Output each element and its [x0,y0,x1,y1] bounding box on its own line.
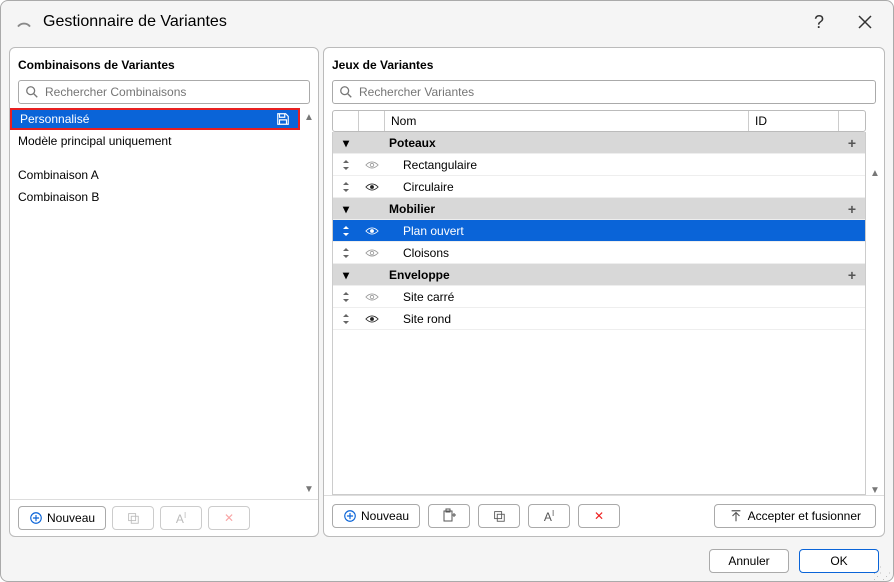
variant-item-cloisons[interactable]: Cloisons [333,242,865,264]
titlebar: Gestionnaire de Variantes ? [1,1,893,43]
variant-item-plan-ouvert[interactable]: Plan ouvert [333,220,865,242]
variant-group-enveloppe[interactable]: ▾ Enveloppe + [333,264,865,286]
col-visibility[interactable] [359,111,385,131]
eye-visible-icon[interactable] [365,314,379,324]
combinations-toolbar: Nouveau AI ✕ [10,499,318,536]
rename-combination-button[interactable]: AI [160,506,202,530]
sort-icon [342,181,350,193]
combination-label: Combinaison A [18,168,99,182]
variant-group-label: Mobilier [385,202,839,216]
dialog-title: Gestionnaire de Variantes [43,13,787,31]
combination-item-b[interactable]: Combinaison B [10,186,300,208]
variant-item-site-carre[interactable]: Site carré [333,286,865,308]
variant-group-label: Enveloppe [385,268,839,282]
variant-label: Site carré [385,290,839,304]
add-variant-button[interactable]: + [839,201,865,217]
rename-variant-button[interactable]: AI [528,504,570,528]
eye-hidden-icon[interactable] [365,292,379,302]
dialog-window: Gestionnaire de Variantes ? Combinaisons… [0,0,894,582]
dialog-footer: Annuler OK [1,541,893,581]
scroll-up-icon: ▲ [304,112,314,123]
combinations-header: Combinaisons de Variantes [10,48,318,76]
search-icon [25,85,39,99]
content-area: Combinaisons de Variantes Personnalisé [1,43,893,541]
combination-item-a[interactable]: Combinaison A [10,164,300,186]
chevron-down-icon: ▾ [343,268,349,282]
chevron-down-icon: ▾ [343,202,349,216]
duplicate-combination-button[interactable] [112,506,154,530]
new-button-label: Nouveau [361,509,409,523]
resize-grip[interactable]: ⋰⋰⋰ [873,567,891,579]
sort-icon [342,291,350,303]
col-name[interactable]: Nom [385,111,749,131]
help-button[interactable]: ? [805,8,833,36]
variant-group-mobilier[interactable]: ▾ Mobilier + [333,198,865,220]
variant-label: Plan ouvert [385,224,839,238]
cancel-button[interactable]: Annuler [709,549,789,573]
variants-toolbar: Nouveau AI ✕ [324,495,884,536]
eye-visible-icon[interactable] [365,226,379,236]
combinations-list: Personnalisé Modèle principal uniquement… [10,108,300,499]
ok-label: OK [830,554,847,568]
variants-search[interactable] [332,80,876,104]
col-id[interactable]: ID [749,111,839,131]
combination-label: Combinaison B [18,190,99,204]
eye-hidden-icon[interactable] [365,160,379,170]
new-variant-button[interactable]: Nouveau [332,504,420,528]
accept-merge-button[interactable]: Accepter et fusionner [714,504,876,528]
variant-item-circulaire[interactable]: Circulaire [333,176,865,198]
duplicate-variant-button[interactable] [478,504,520,528]
accept-button-label: Accepter et fusionner [748,509,861,523]
combination-item-custom[interactable]: Personnalisé [10,108,300,130]
delete-variant-button[interactable]: ✕ [578,504,620,528]
search-icon [339,85,353,99]
combinations-scrollbar[interactable]: ▲ ▼ [300,108,318,499]
eye-visible-icon[interactable] [365,182,379,192]
ok-button[interactable]: OK [799,549,879,573]
variants-list: ▾ Poteaux + Rectangulaire Circ [332,132,866,495]
variant-item-rectangulaire[interactable]: Rectangulaire [333,154,865,176]
close-button[interactable] [851,8,879,36]
scroll-down-icon: ▼ [304,484,314,495]
variant-sets-header: Jeux de Variantes [324,48,884,76]
new-button-label: Nouveau [47,511,95,525]
add-variant-button[interactable]: + [839,135,865,151]
variant-group-label: Poteaux [385,136,839,150]
app-icon [15,13,33,31]
variant-item-site-rond[interactable]: Site rond [333,308,865,330]
combination-label: Modèle principal uniquement [18,134,171,148]
cancel-label: Annuler [728,554,769,568]
variant-label: Rectangulaire [385,158,839,172]
variants-scrollbar[interactable]: ▲ ▼ [866,168,884,496]
sort-icon [342,313,350,325]
sort-icon [342,225,350,237]
add-variant-button[interactable]: + [839,267,865,283]
variant-label: Site rond [385,312,839,326]
combination-item-main-model[interactable]: Modèle principal uniquement [10,130,300,152]
chevron-down-icon: ▾ [343,136,349,150]
variant-group-poteaux[interactable]: ▾ Poteaux + [333,132,865,154]
sort-icon [342,247,350,259]
combinations-search[interactable] [18,80,310,104]
col-expand[interactable] [333,111,359,131]
save-icon [276,112,290,126]
delete-combination-button[interactable]: ✕ [208,506,250,530]
sort-icon [342,159,350,171]
eye-hidden-icon[interactable] [365,248,379,258]
clipboard-button[interactable] [428,504,470,528]
combinations-search-input[interactable] [43,84,303,100]
combinations-panel: Combinaisons de Variantes Personnalisé [9,47,319,537]
variant-sets-panel: Jeux de Variantes Nom ID [323,47,885,537]
variants-search-input[interactable] [357,84,869,100]
col-add [839,111,865,131]
variant-label: Cloisons [385,246,839,260]
scroll-down-icon: ▼ [870,485,880,496]
combination-label: Personnalisé [20,112,89,126]
new-combination-button[interactable]: Nouveau [18,506,106,530]
variants-table-header: Nom ID [332,110,866,132]
scroll-up-icon: ▲ [870,168,880,179]
variant-label: Circulaire [385,180,839,194]
